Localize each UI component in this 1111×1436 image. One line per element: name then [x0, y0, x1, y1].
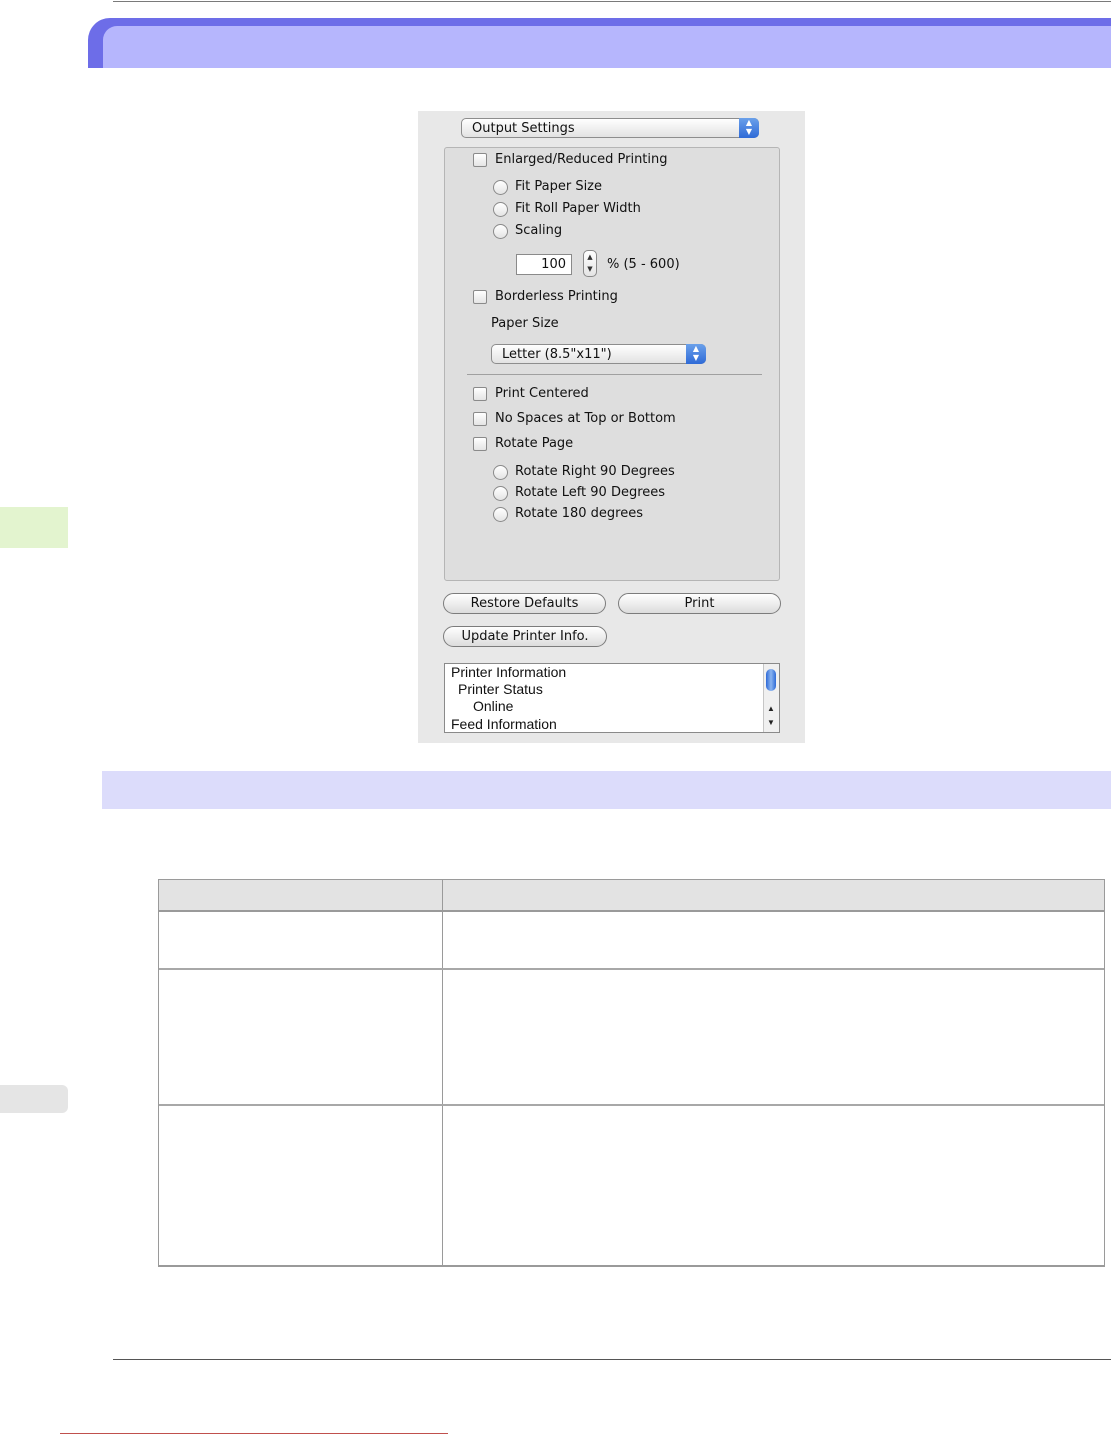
- panel-popup[interactable]: Output Settings ▲ ▼: [461, 118, 759, 138]
- bottom-rule: [113, 1359, 1111, 1360]
- list-item: Online: [473, 698, 514, 714]
- rotate-left-radio[interactable]: [493, 486, 508, 501]
- popup-arrows-icon: ▲ ▼: [686, 344, 706, 364]
- group-separator: [467, 374, 762, 375]
- list-item: Feed Information: [451, 716, 557, 732]
- section-heading-bar: [102, 771, 1111, 809]
- scaling-range-label: % (5 - 600): [607, 257, 680, 272]
- list-item: Printer Status: [458, 681, 543, 697]
- fit-roll-paper-width-radio[interactable]: [493, 202, 508, 217]
- fit-paper-size-radio[interactable]: [493, 180, 508, 195]
- borderless-label: Borderless Printing: [495, 289, 618, 304]
- scaling-input[interactable]: 100: [516, 254, 572, 275]
- print-button[interactable]: Print: [618, 593, 781, 614]
- panel-popup-label: Output Settings: [472, 121, 575, 136]
- table-header-row: [159, 880, 1104, 912]
- footer-red-rule: [60, 1433, 448, 1434]
- no-spaces-label: No Spaces at Top or Bottom: [495, 411, 676, 426]
- table-row-divider: [159, 968, 1104, 970]
- rotate-180-label: Rotate 180 degrees: [515, 506, 643, 521]
- update-printer-info-button[interactable]: Update Printer Info.: [443, 626, 607, 647]
- rotate-page-label: Rotate Page: [495, 436, 574, 451]
- popup-arrows-icon: ▲ ▼: [739, 118, 759, 138]
- output-settings-dialog: Output Settings ▲ ▼ Enlarged/Reduced Prin…: [418, 111, 805, 743]
- side-index-tab: [0, 507, 68, 548]
- table-column-divider: [442, 880, 443, 1265]
- enlarged-reduced-checkbox[interactable]: [473, 153, 487, 167]
- list-scrollbar[interactable]: ▲ ▼: [763, 664, 779, 732]
- scaling-radio[interactable]: [493, 224, 508, 239]
- fit-paper-size-label: Fit Paper Size: [515, 179, 603, 194]
- scroll-thumb[interactable]: [766, 669, 776, 691]
- rotate-left-label: Rotate Left 90 Degrees: [515, 485, 666, 500]
- top-rule: [113, 1, 1111, 2]
- no-spaces-checkbox[interactable]: [473, 412, 487, 426]
- paper-size-value: Letter (8.5"x11"): [502, 347, 612, 362]
- print-centered-checkbox[interactable]: [473, 387, 487, 401]
- fit-roll-paper-width-label: Fit Roll Paper Width: [515, 201, 641, 216]
- scroll-down-icon[interactable]: ▼: [767, 718, 775, 727]
- settings-table: [158, 879, 1105, 1267]
- paper-size-label: Paper Size: [491, 316, 559, 331]
- rotate-180-radio[interactable]: [493, 507, 508, 522]
- scaling-label: Scaling: [515, 223, 563, 238]
- rotate-right-label: Rotate Right 90 Degrees: [515, 464, 675, 479]
- list-item: Printer Information: [451, 664, 567, 680]
- table-row-divider: [159, 1104, 1104, 1106]
- borderless-checkbox[interactable]: [473, 290, 487, 304]
- chapter-title-bar: [88, 18, 1111, 68]
- scroll-up-icon[interactable]: ▲: [767, 704, 775, 713]
- enlarged-reduced-label: Enlarged/Reduced Printing: [495, 152, 668, 167]
- rotate-page-checkbox[interactable]: [473, 437, 487, 451]
- restore-defaults-button[interactable]: Restore Defaults: [443, 593, 606, 614]
- chapter-title-bar-inner: [103, 26, 1111, 68]
- print-centered-label: Print Centered: [495, 386, 589, 401]
- scaling-stepper[interactable]: ▲ ▼: [583, 250, 597, 277]
- side-index-tab-secondary: [0, 1085, 68, 1113]
- printer-info-list[interactable]: Printer Information Printer Status Onlin…: [444, 663, 780, 733]
- rotate-right-radio[interactable]: [493, 465, 508, 480]
- paper-size-popup[interactable]: Letter (8.5"x11") ▲ ▼: [491, 344, 706, 364]
